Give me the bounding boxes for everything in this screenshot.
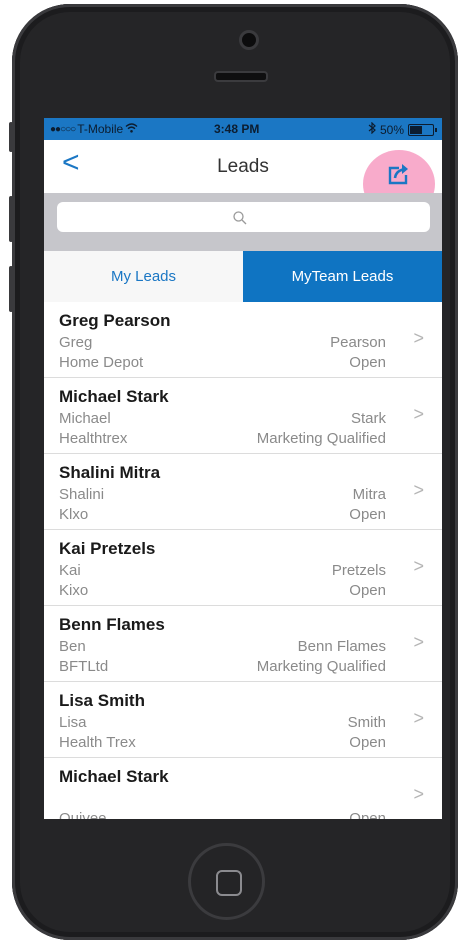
front-camera — [239, 30, 259, 50]
lead-first-name: Ben — [59, 638, 86, 655]
lead-status: Open — [349, 354, 386, 371]
lead-row-kai-pretzels[interactable]: Kai Pretzels Kai Kixo Pretzels Open > — [44, 530, 442, 606]
bluetooth-icon — [368, 121, 376, 137]
lead-details-left: Kai Kixo — [59, 561, 88, 601]
lead-last-name: Pearson — [330, 334, 386, 351]
chevron-right-icon: > — [413, 632, 424, 652]
share-icon — [388, 164, 408, 185]
carrier-label: T-Mobile — [77, 122, 124, 136]
lead-row-shalini-mitra[interactable]: Shalini Mitra Shalini Klxo Mitra Open > — [44, 454, 442, 530]
leads-segmented-control: My Leads MyTeam Leads — [44, 251, 442, 302]
lead-details-left: Ben BFTLtd — [59, 637, 108, 677]
lead-name: Kai Pretzels — [59, 539, 156, 558]
lead-first-name: Kai — [59, 562, 81, 579]
lead-company: Klxo — [59, 506, 89, 523]
lead-details-left: Greg Home Depot — [59, 333, 143, 373]
lead-row-benn-flames[interactable]: Benn Flames Ben BFTLtd Benn Flames Marke… — [44, 606, 442, 682]
search-bar — [44, 193, 442, 251]
lead-name: Michael Stark — [59, 387, 169, 406]
status-time: 3:48 PM — [214, 122, 260, 136]
lead-status: Open — [349, 810, 386, 819]
lead-last-name: Mitra — [352, 486, 386, 503]
lead-first-name: Shalini — [59, 486, 105, 503]
lead-company: Kixo — [59, 582, 89, 599]
lead-details-right: Open — [349, 789, 386, 819]
share-button[interactable] — [386, 160, 412, 186]
lead-details-right: Smith Open — [348, 713, 386, 753]
lead-details-left: Michael Healthtrex — [59, 409, 127, 449]
chevron-right-icon: > — [413, 708, 424, 728]
chevron-right-icon: > — [413, 480, 424, 500]
app-screen: ●●○○○ T-Mobile 3:48 PM 50% < Leads My Le… — [44, 118, 442, 819]
battery-icon — [408, 123, 437, 136]
leads-list: Greg Pearson Greg Home Depot Pearson Ope… — [44, 302, 442, 819]
lead-row-lisa-smith[interactable]: Lisa Smith Lisa Health Trex Smith Open > — [44, 682, 442, 758]
wifi-icon — [125, 122, 138, 136]
lead-row-michael-stark[interactable]: Michael Stark Michael Healthtrex Stark M… — [44, 378, 442, 454]
lead-row-greg-pearson[interactable]: Greg Pearson Greg Home Depot Pearson Ope… — [44, 302, 442, 378]
lead-status: Open — [349, 506, 386, 523]
chevron-right-icon: > — [413, 404, 424, 424]
lead-name: Lisa Smith — [59, 691, 145, 710]
home-button[interactable] — [188, 843, 265, 920]
lead-company: Health Trex — [59, 734, 136, 751]
lead-details-right: Benn Flames Marketing Qualified — [257, 637, 386, 677]
lead-status: Open — [349, 734, 386, 751]
mute-switch — [9, 122, 13, 152]
lead-details-right: Mitra Open — [349, 485, 386, 525]
lead-company: BFTLtd — [59, 658, 109, 675]
lead-last-name: Stark — [350, 410, 386, 427]
lead-last-name: Benn Flames — [297, 638, 386, 655]
lead-status: Marketing Qualified — [256, 430, 386, 447]
lead-first-name: Greg — [59, 334, 93, 351]
navigation-bar: < Leads — [44, 140, 442, 218]
volume-down-button — [9, 266, 13, 312]
volume-up-button — [9, 196, 13, 242]
lead-row-michael-stark-2[interactable]: Michael Stark Quivee Open > — [44, 758, 442, 819]
earpiece-speaker — [214, 71, 268, 82]
lead-name: Shalini Mitra — [59, 463, 161, 482]
lead-name: Michael Stark — [59, 767, 169, 786]
lead-details-left: Shalini Klxo — [59, 485, 104, 525]
lead-last-name: Smith — [347, 714, 386, 731]
lead-company: Healthtrex — [59, 430, 128, 447]
lead-name: Greg Pearson — [59, 311, 171, 330]
chevron-right-icon: > — [413, 328, 424, 348]
chevron-right-icon: > — [413, 784, 424, 804]
lead-details-right: Pretzels Open — [332, 561, 386, 601]
tab-myteam-leads[interactable]: MyTeam Leads — [243, 251, 442, 302]
lead-company: Home Depot — [59, 354, 144, 371]
lead-details-left: Lisa Health Trex — [59, 713, 136, 753]
lead-details-right: Pearson Open — [330, 333, 386, 373]
lead-status: Marketing Qualified — [256, 658, 386, 675]
lead-status: Open — [349, 582, 386, 599]
search-icon — [233, 211, 247, 225]
lead-company: Quivee — [59, 810, 107, 819]
lead-first-name — [59, 789, 107, 809]
lead-last-name — [349, 789, 386, 809]
lead-first-name: Michael — [59, 410, 111, 427]
lead-details-right: Stark Marketing Qualified — [257, 409, 386, 449]
home-square-icon — [216, 870, 242, 896]
signal-dots-icon: ●●○○○ — [50, 123, 76, 135]
status-bar: ●●○○○ T-Mobile 3:48 PM 50% — [44, 118, 442, 140]
lead-name: Benn Flames — [59, 615, 165, 634]
lead-details-left: Quivee — [59, 789, 107, 819]
battery-percent: 50% — [379, 122, 404, 137]
chevron-right-icon: > — [413, 556, 424, 576]
lead-last-name: Pretzels — [331, 562, 386, 579]
lead-first-name: Lisa — [59, 714, 87, 731]
tab-my-leads[interactable]: My Leads — [44, 251, 243, 302]
